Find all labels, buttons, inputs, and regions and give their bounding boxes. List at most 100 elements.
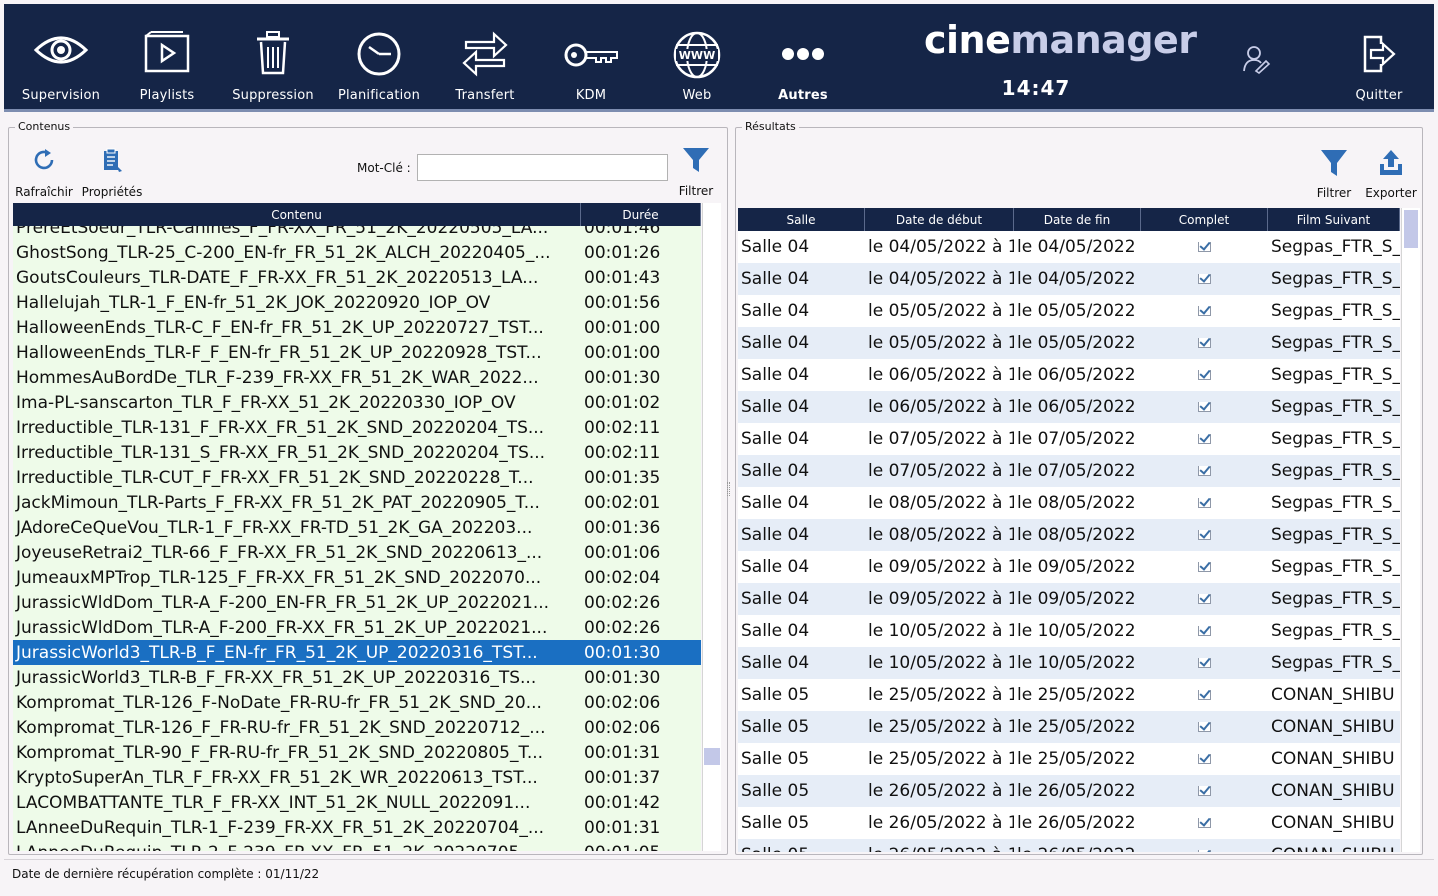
table-row[interactable]: Salle 04 le 06/05/2022 à 10:00le 06/05/20… [738,359,1400,391]
table-row[interactable]: Salle 04 le 04/05/2022 à 10:00le 04/05/20… [738,231,1400,263]
resultats-scrollbar[interactable] [1401,208,1420,852]
complet-checkbox[interactable] [1198,338,1211,348]
table-row[interactable]: Salle 05 le 26/05/2022 à 10:00le 26/05/20… [738,775,1400,807]
contenus-scrollbar[interactable] [702,203,721,851]
properties-button[interactable]: Propriétés [78,147,146,199]
complet-checkbox[interactable] [1198,530,1211,540]
table-row[interactable]: Salle 04 le 05/05/2022 à 10:00le 05/05/20… [738,295,1400,327]
web-button[interactable]: WWW Web [644,4,750,112]
table-row[interactable]: HommesAuBordDe_TLR_F-239_FR-XX_FR_51_2K_… [13,365,701,390]
supervision-button[interactable]: Supervision [8,4,114,112]
table-row[interactable]: Salle 04 le 07/05/2022 à 14:00le 07/05/20… [738,455,1400,487]
table-row[interactable]: JurassicWldDom_TLR-A_F-200_EN-FR_FR_51_2… [13,590,701,615]
complet-checkbox[interactable] [1198,466,1211,476]
table-row[interactable]: JurassicWorld3_TLR-B_F_FR-XX_FR_51_2K_UP… [13,665,701,690]
complet-checkbox[interactable] [1198,754,1211,764]
complet-checkbox[interactable] [1198,818,1211,828]
table-row[interactable]: Irreductible_TLR-131_S_FR-XX_FR_51_2K_SN… [13,440,701,465]
table-row[interactable]: Salle 04 le 09/05/2022 à 10:00le 09/05/20… [738,551,1400,583]
keyword-input[interactable] [417,154,668,181]
table-row[interactable]: JumeauxMPTrop_TLR-125_F_FR-XX_FR_51_2K_S… [13,565,701,590]
filter-contenus-button[interactable]: Filtrer [676,146,716,198]
complet-checkbox[interactable] [1198,690,1211,700]
table-row[interactable]: LAnneeDuRequin_TLR-2_F-239_FR-XX_FR_51_2… [13,840,701,852]
table-row[interactable]: GhostSong_TLR-25_C-200_EN-fr_FR_51_2K_AL… [13,240,701,265]
table-row[interactable]: Kompromat_TLR-126_F-NoDate_FR-RU-fr_FR_5… [13,690,701,715]
user-button[interactable] [1216,4,1296,112]
table-row[interactable]: Salle 04 le 05/05/2022 à 14:00le 05/05/20… [738,327,1400,359]
complet-checkbox[interactable] [1198,658,1211,668]
table-row[interactable]: HalloweenEnds_TLR-C_F_EN-fr_FR_51_2K_UP_… [13,315,701,340]
table-row[interactable]: KryptoSuperAn_TLR_F_FR-XX_FR_51_2K_WR_20… [13,765,701,790]
column-complet[interactable]: Complet [1141,208,1268,231]
table-row[interactable]: LACOMBATTANTE_TLR_F_FR-XX_INT_51_2K_NULL… [13,790,701,815]
table-row[interactable]: Salle 05 le 26/05/2022 à 12:00le 26/05/20… [738,807,1400,839]
complet-checkbox[interactable] [1198,274,1211,284]
table-row[interactable]: Salle 04 le 08/05/2022 à 14:00le 08/05/20… [738,519,1400,551]
table-row[interactable]: Salle 05 le 25/05/2022 à 14:00le 25/05/20… [738,743,1400,775]
complet-checkbox[interactable] [1198,626,1211,636]
table-row[interactable]: Salle 04 le 06/05/2022 à 14:00le 06/05/20… [738,391,1400,423]
quitter-button[interactable]: Quitter [1326,4,1432,112]
table-row[interactable]: Ima-PL-sanscarton_TLR_F_FR-XX_51_2K_2022… [13,390,701,415]
playlists-button[interactable]: Playlists [114,4,220,112]
table-row[interactable]: Salle 05 le 25/05/2022 à 12:00le 25/05/20… [738,711,1400,743]
kdm-button[interactable]: KDM [538,4,644,112]
table-row[interactable]: Salle 04 le 07/05/2022 à 10:00le 07/05/20… [738,423,1400,455]
table-row[interactable]: Irreductible_TLR-131_F_FR-XX_FR_51_2K_SN… [13,415,701,440]
complet-checkbox[interactable] [1198,594,1211,604]
table-row[interactable]: JackMimoun_TLR-Parts_F_FR-XX_FR_51_2K_PA… [13,490,701,515]
resultats-scroll-thumb[interactable] [1404,210,1418,248]
table-row[interactable]: Salle 04 le 10/05/2022 à 10:00le 10/05/20… [738,615,1400,647]
complet-checkbox[interactable] [1198,242,1211,252]
exit-icon [1363,35,1396,73]
column-date-debut[interactable]: Date de début [865,208,1014,231]
column-film-suivant[interactable]: Film Suivant [1268,208,1400,231]
export-button[interactable]: Exporter [1362,148,1420,200]
complet-checkbox[interactable] [1198,786,1211,796]
complet-checkbox[interactable] [1198,402,1211,412]
table-row[interactable]: HalloweenEnds_TLR-F_F_EN-fr_FR_51_2K_UP_… [13,340,701,365]
complet-checkbox[interactable] [1198,498,1211,508]
table-row[interactable]: PrereEtSoeur_TLR-Canines_F_FR-XX_FR_51_2… [13,226,701,240]
table-row[interactable]: Kompromat_TLR-126_F_FR-RU-fr_FR_51_2K_SN… [13,715,701,740]
complet-checkbox[interactable] [1198,722,1211,732]
complet-checkbox[interactable] [1198,434,1211,444]
planification-button[interactable]: Planification [326,4,432,112]
film-suivant-cell: Segpas_FTR_S_ [1271,589,1400,609]
table-row[interactable]: JoyeuseRetrai2_TLR-66_F_FR-XX_FR_51_2K_S… [13,540,701,565]
table-row[interactable]: Salle 04 le 08/05/2022 à 10:00le 08/05/20… [738,487,1400,519]
panel-splitter[interactable] [727,482,730,496]
table-row[interactable]: JurassicWldDom_TLR-A_F-200_FR-XX_FR_51_2… [13,615,701,640]
complet-checkbox[interactable] [1198,370,1211,380]
complet-checkbox[interactable] [1198,850,1211,852]
column-salle[interactable]: Salle [738,208,865,231]
table-row[interactable]: Salle 04 le 10/05/2022 à 14:00le 10/05/20… [738,647,1400,679]
table-row[interactable]: Kompromat_TLR-90_F_FR-RU-fr_FR_51_2K_SND… [13,740,701,765]
table-row[interactable]: JurassicWorld3_TLR-B_F_EN-fr_FR_51_2K_UP… [13,640,701,665]
table-row[interactable]: Salle 04 le 04/05/2022 à 14:00le 04/05/20… [738,263,1400,295]
table-row[interactable]: Salle 05le 26/05/2022 à 14:00le 26/05/20… [738,839,1400,852]
column-duree[interactable]: Durée [581,203,701,226]
autres-button[interactable]: Autres [750,4,856,112]
film-suivant-cell: CONAN_SHIBU [1271,781,1395,801]
refresh-button[interactable]: Rafraîchir [15,147,73,199]
table-row[interactable]: GoutsCouleurs_TLR-DATE_F_FR-XX_FR_51_2K_… [13,265,701,290]
table-row[interactable]: JAdoreCeQueVou_TLR-1_F_FR-XX_FR-TD_51_2K… [13,515,701,540]
table-row[interactable]: LAnneeDuRequin_TLR-1_F-239_FR-XX_FR_51_2… [13,815,701,840]
complet-checkbox[interactable] [1198,562,1211,572]
contenu-cell: Irreductible_TLR-131_S_FR-XX_FR_51_2K_SN… [16,442,546,463]
table-row[interactable]: Hallelujah_TLR-1_F_EN-fr_51_2K_JOK_20220… [13,290,701,315]
date-fin-cell: le 05/05/2022 à 12:00 [1017,301,1141,321]
complet-checkbox[interactable] [1198,306,1211,316]
column-date-fin[interactable]: Date de fin [1014,208,1141,231]
filter-resultats-button[interactable]: Filtrer [1313,148,1355,200]
table-row[interactable]: Salle 04 le 09/05/2022 à 14:00le 09/05/20… [738,583,1400,615]
column-contenu[interactable]: Contenu [13,203,581,226]
transfert-button[interactable]: Transfert [432,4,538,112]
date-debut-cell: le 26/05/2022 à 12:00 [868,813,1014,833]
contenus-scroll-thumb[interactable] [704,748,720,765]
suppression-button[interactable]: Suppression [220,4,326,112]
table-row[interactable]: Irreductible_TLR-CUT_F_FR-XX_FR_51_2K_SN… [13,465,701,490]
table-row[interactable]: Salle 05 le 25/05/2022 à 10:00le 25/05/20… [738,679,1400,711]
